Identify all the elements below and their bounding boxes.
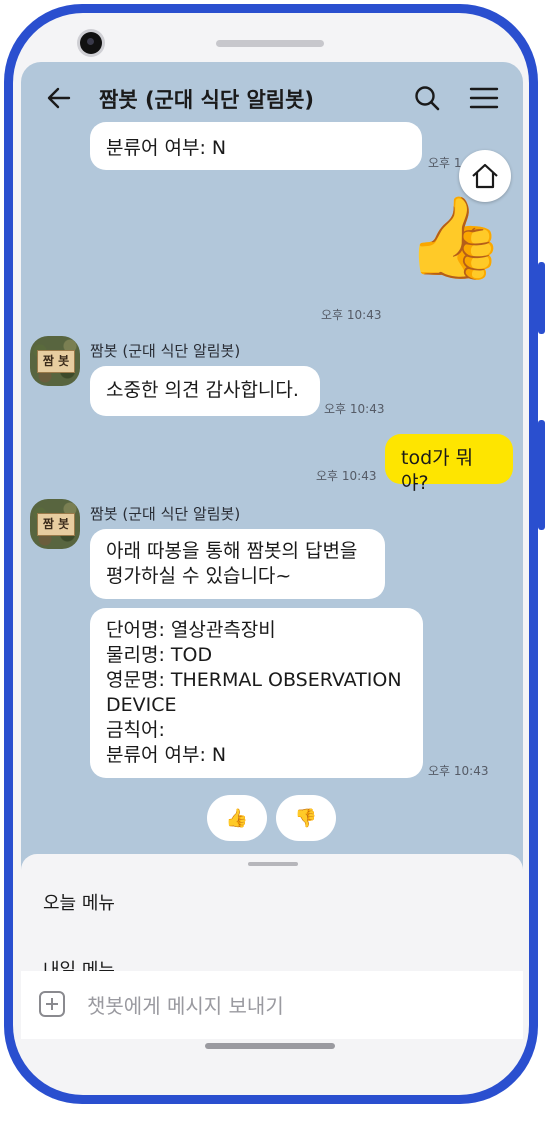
quick-reply-today-menu[interactable]: 오늘 메뉴 xyxy=(43,889,115,915)
answer-line: 금칙어: xyxy=(106,719,165,741)
bot-avatar[interactable]: 짬 봇 xyxy=(30,499,80,549)
message-input-bar: 챗봇에게 메시지 보내기 xyxy=(21,971,523,1039)
avatar-label: 짬 봇 xyxy=(37,350,75,373)
thumbs-up-sticker: 👍 xyxy=(405,191,505,284)
plus-icon[interactable] xyxy=(39,991,65,1017)
message-text: 분류어 여부: N xyxy=(106,137,227,159)
message-list[interactable]: 분류어 여부: N 오후 1 👍 오후 10:43 짬 봇 짬봇 (군대 식단 … xyxy=(21,122,523,854)
thumbs-up-button[interactable]: 👍 xyxy=(207,795,267,841)
sheet-drag-handle[interactable] xyxy=(248,862,298,866)
thumbs-down-icon: 👎 xyxy=(294,808,318,829)
my-message-bubble: tod가 뭐야? xyxy=(385,434,513,494)
bot-avatar[interactable]: 짬 봇 xyxy=(30,336,80,386)
thumbs-up-icon: 👍 xyxy=(225,808,249,829)
message-time: 오후 10:43 xyxy=(321,308,382,322)
quick-reply-sheet: 오늘 메뉴 내일 메뉴 챗봇에게 메시지 보내기 xyxy=(21,854,523,1042)
message-time: 오후 10:43 xyxy=(316,469,377,483)
message-text: tod가 뭐야? xyxy=(401,447,474,494)
chat-screen: 짬봇 (군대 식단 알림봇) 분류어 여부: N 오후 1 👍 오후 10:43… xyxy=(21,62,523,1042)
volume-button xyxy=(538,262,545,334)
hamburger-menu-icon[interactable] xyxy=(469,86,499,110)
bot-message-bubble: 소중한 의견 감사합니다. xyxy=(90,366,320,416)
thumbs-down-button[interactable]: 👎 xyxy=(276,795,336,841)
sender-name: 짬봇 (군대 식단 알림봇) xyxy=(90,342,241,360)
power-button xyxy=(538,420,545,530)
earpiece-speaker xyxy=(216,40,324,47)
message-text: 아래 따봉을 통해 짬봇의 답변을 xyxy=(106,540,358,562)
bot-message-bubble: 분류어 여부: N xyxy=(90,122,422,170)
chat-title: 짬봇 (군대 식단 알림봇) xyxy=(99,88,315,112)
message-time: 오후 1 xyxy=(428,156,462,170)
sender-name: 짬봇 (군대 식단 알림봇) xyxy=(90,505,241,523)
message-input[interactable]: 챗봇에게 메시지 보내기 xyxy=(87,990,284,1019)
bot-message-bubble: 단어명: 열상관측장비 물리명: TOD 영문명: THERMAL OBSERV… xyxy=(90,608,423,778)
answer-line: DEVICE xyxy=(106,694,177,716)
answer-line: 분류어 여부: N xyxy=(106,744,227,766)
answer-line: 영문명: THERMAL OBSERVATION xyxy=(106,669,402,691)
bot-message-bubble: 아래 따봉을 통해 짬봇의 답변을 평가하실 수 있습니다~ xyxy=(90,529,385,599)
message-text: 소중한 의견 감사합니다. xyxy=(106,379,299,401)
message-text: 평가하실 수 있습니다~ xyxy=(106,565,292,587)
avatar-label: 짬 봇 xyxy=(37,513,75,536)
answer-line: 단어명: 열상관측장비 xyxy=(106,619,276,641)
message-time: 오후 10:43 xyxy=(428,764,489,778)
search-icon[interactable] xyxy=(413,84,441,112)
arrow-left-icon[interactable] xyxy=(45,84,73,112)
front-camera xyxy=(80,32,102,54)
answer-line: 물리명: TOD xyxy=(106,644,213,666)
home-indicator-bar[interactable] xyxy=(205,1043,335,1049)
message-time: 오후 10:43 xyxy=(324,402,385,416)
